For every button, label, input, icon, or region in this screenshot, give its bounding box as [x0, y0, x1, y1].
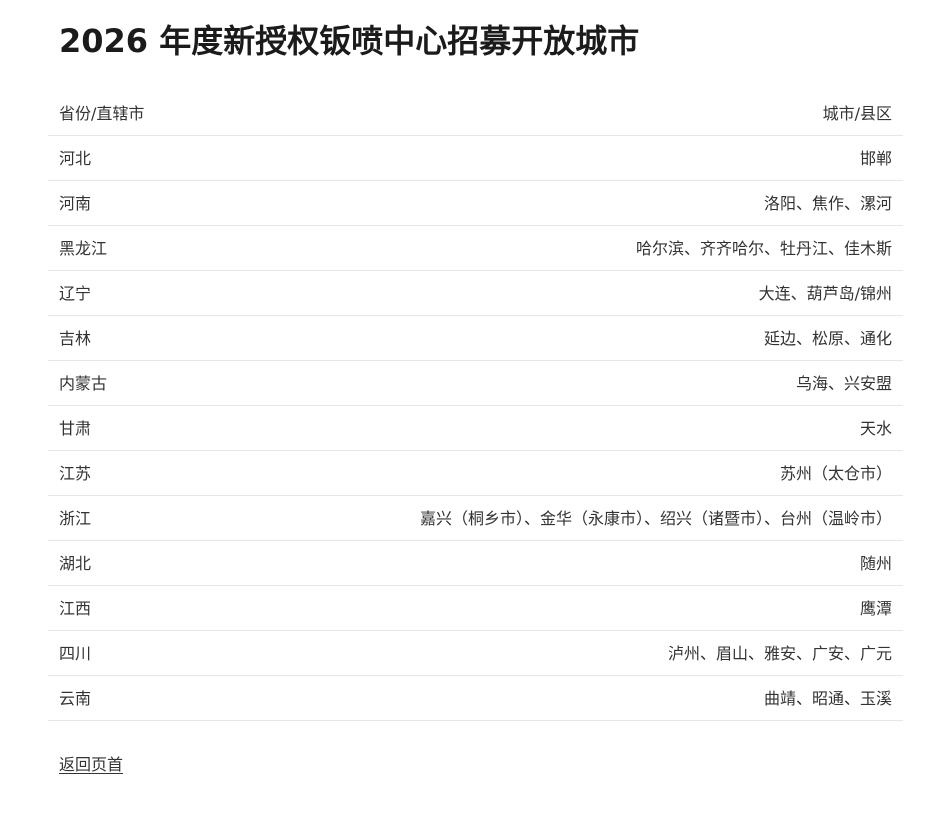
table-row: 江西 鹰潭: [48, 585, 903, 631]
province-cell: 四川: [48, 630, 370, 676]
table-row: 江苏 苏州（太仓市）: [48, 450, 903, 496]
cities-cell: 天水: [370, 405, 903, 451]
cities-cell: 随州: [370, 540, 903, 586]
province-cell: 黑龙江: [48, 225, 370, 271]
cities-cell: 延边、松原、通化: [370, 315, 903, 361]
table-row: 河北 邯郸: [48, 135, 903, 181]
province-cell: 浙江: [48, 495, 370, 541]
cities-cell: 哈尔滨、齐齐哈尔、牡丹江、佳木斯: [370, 225, 903, 271]
table-row: 河南 洛阳、焦作、漯河: [48, 180, 903, 226]
cities-cell: 泸州、眉山、雅安、广安、广元: [370, 630, 903, 676]
province-cell: 辽宁: [48, 270, 370, 316]
column-header-cities: 城市/县区: [370, 92, 903, 136]
table-row: 云南 曲靖、昭通、玉溪: [48, 675, 903, 721]
cities-cell: 曲靖、昭通、玉溪: [370, 675, 903, 721]
table-row: 湖北 随州: [48, 540, 903, 586]
cities-cell: 苏州（太仓市）: [370, 450, 903, 496]
column-header-province: 省份/直辖市: [48, 92, 370, 136]
table-row: 浙江 嘉兴（桐乡市）、金华（永康市）、绍兴（诸暨市）、台州（温岭市）: [48, 495, 903, 541]
province-cell: 河北: [48, 135, 370, 181]
province-cell: 江苏: [48, 450, 370, 496]
cities-cell: 乌海、兴安盟: [370, 360, 903, 406]
table-body: 河北 邯郸 河南 洛阳、焦作、漯河 黑龙江 哈尔滨、齐齐哈尔、牡丹江、佳木斯 辽…: [48, 135, 903, 721]
back-to-top-link[interactable]: 返回页首: [59, 755, 123, 774]
page: 2026 年度新授权钣喷中心招募开放城市 省份/直辖市 城市/县区 河北 邯郸 …: [0, 0, 936, 775]
cities-cell: 邯郸: [370, 135, 903, 181]
page-title: 2026 年度新授权钣喷中心招募开放城市: [59, 22, 640, 60]
table-row: 内蒙古 乌海、兴安盟: [48, 360, 903, 406]
footer: 返回页首: [48, 751, 903, 775]
cities-cell: 嘉兴（桐乡市）、金华（永康市）、绍兴（诸暨市）、台州（温岭市）: [370, 495, 903, 541]
table-header-row: 省份/直辖市 城市/县区: [48, 92, 903, 136]
cities-cell: 大连、葫芦岛/锦州: [370, 270, 903, 316]
province-cell: 河南: [48, 180, 370, 226]
province-cell: 云南: [48, 675, 370, 721]
table-row: 甘肃 天水: [48, 405, 903, 451]
cities-table: 省份/直辖市 城市/县区 河北 邯郸 河南 洛阳、焦作、漯河 黑龙江 哈尔滨、齐…: [48, 92, 903, 721]
table-row: 四川 泸州、眉山、雅安、广安、广元: [48, 630, 903, 676]
cities-cell: 洛阳、焦作、漯河: [370, 180, 903, 226]
province-cell: 江西: [48, 585, 370, 631]
table-row: 辽宁 大连、葫芦岛/锦州: [48, 270, 903, 316]
province-cell: 湖北: [48, 540, 370, 586]
province-cell: 内蒙古: [48, 360, 370, 406]
table-row: 吉林 延边、松原、通化: [48, 315, 903, 361]
cities-cell: 鹰潭: [370, 585, 903, 631]
table-row: 黑龙江 哈尔滨、齐齐哈尔、牡丹江、佳木斯: [48, 225, 903, 271]
province-cell: 甘肃: [48, 405, 370, 451]
table-header: 省份/直辖市 城市/县区: [48, 92, 903, 136]
province-cell: 吉林: [48, 315, 370, 361]
